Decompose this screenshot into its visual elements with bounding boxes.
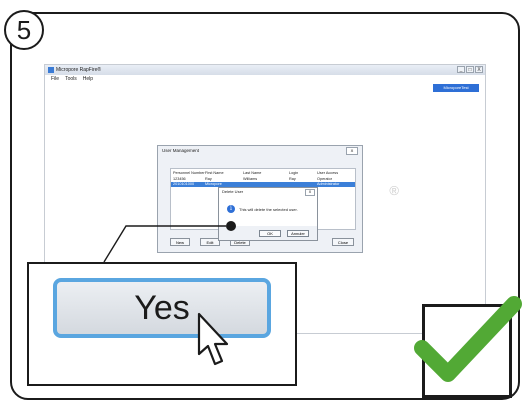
zoom-callout: Yes bbox=[27, 262, 297, 386]
checkmark-icon bbox=[414, 296, 522, 382]
mouse-pointer-icon bbox=[197, 312, 229, 366]
yes-button-zoomed[interactable]: Yes bbox=[53, 278, 271, 338]
